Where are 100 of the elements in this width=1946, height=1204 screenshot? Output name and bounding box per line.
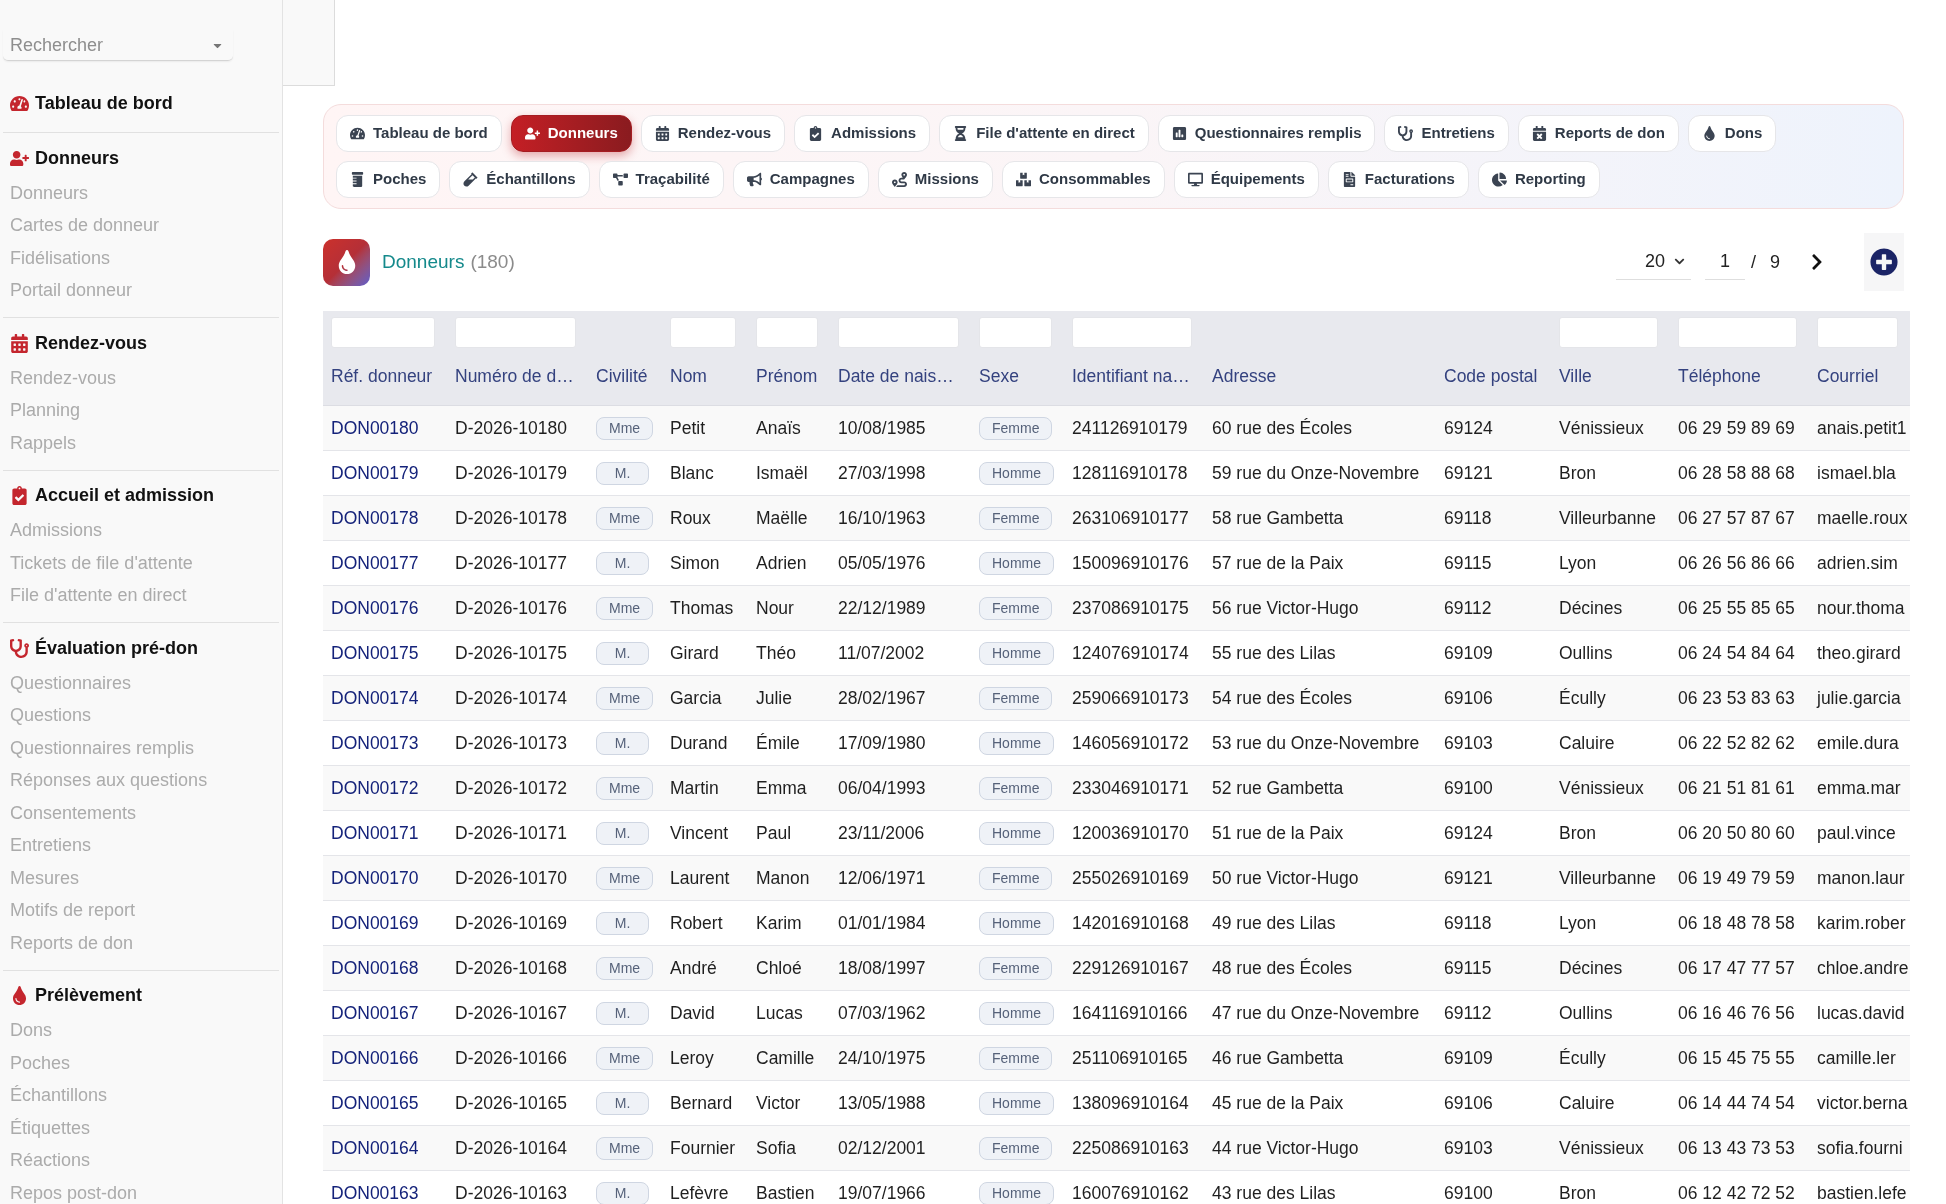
table-cell-text: 06 19 49 79 59 [1678, 866, 1795, 890]
tab[interactable]: Consommables [1001, 161, 1165, 198]
table-cell-text: 06 18 48 78 58 [1678, 911, 1795, 935]
table-cell-text: 55 rue des Lilas [1212, 641, 1336, 665]
tab[interactable]: Reporting [1477, 161, 1600, 198]
filter-field[interactable] [455, 317, 576, 348]
donor-ref-link[interactable]: DON00163 [331, 1179, 419, 1204]
table-cell-text: 69106 [1444, 686, 1493, 710]
donor-ref-link[interactable]: DON00172 [331, 774, 419, 802]
donor-ref-link[interactable]: DON00164 [331, 1134, 419, 1162]
page-count: 9 [1770, 250, 1780, 274]
donor-ref-link[interactable]: DON00171 [331, 819, 419, 847]
table-cell-text: 19/07/1966 [838, 1181, 926, 1204]
page-field[interactable]: 1 [1704, 244, 1745, 280]
column-header[interactable]: Ville [1559, 366, 1592, 387]
column-header[interactable]: Numéro de d… [455, 366, 574, 387]
tab[interactable]: Entretiens [1384, 115, 1509, 152]
gender-badge: Homme [979, 1001, 1054, 1025]
add-button[interactable] [1864, 233, 1904, 291]
table-cell-text: Victor [756, 1091, 801, 1115]
column-header[interactable]: Date de nais… [838, 366, 954, 387]
tab[interactable]: Reports de don [1517, 115, 1679, 152]
filter-field[interactable] [1559, 317, 1658, 348]
donor-ref-link[interactable]: DON00175 [331, 639, 419, 667]
filter-field[interactable] [1817, 317, 1898, 348]
filter-field[interactable] [331, 317, 435, 348]
civility-badge: M. [596, 1001, 649, 1025]
column-header[interactable]: Prénom [756, 366, 818, 387]
table-cell-text: 17/09/1980 [838, 731, 926, 755]
column-header[interactable]: Courriel [1817, 366, 1879, 387]
donor-ref-link[interactable]: DON00168 [331, 954, 419, 982]
donor-ref-link[interactable]: DON00173 [331, 729, 419, 757]
table-cell-text: Julie [756, 686, 792, 710]
tab[interactable]: Tableau de bord [336, 115, 502, 152]
tab[interactable]: Admissions [794, 115, 931, 152]
page-size-select[interactable]: 20 [1615, 244, 1691, 280]
donor-ref-link[interactable]: DON00166 [331, 1044, 419, 1072]
table-cell-text: 225086910163 [1072, 1136, 1189, 1160]
table-cell-text: 06/04/1993 [838, 776, 926, 800]
table-cell-text: Petit [670, 416, 706, 440]
filter-field[interactable] [838, 317, 959, 348]
table-cell-text: 06 27 57 87 67 [1678, 506, 1795, 530]
table-cell-text: D-2026-10180 [455, 416, 567, 440]
column-header[interactable]: Nom [670, 366, 707, 387]
table-cell-text: 06 28 58 88 68 [1678, 461, 1795, 485]
table-cell-text: D-2026-10179 [455, 461, 567, 485]
column-header[interactable]: Réf. donneur [331, 366, 433, 387]
document-icon [1341, 172, 1357, 187]
table-cell-text: karim.rober [1817, 911, 1906, 935]
table-cell-text: 69103 [1444, 731, 1493, 755]
filter-field[interactable] [670, 317, 736, 348]
tab[interactable]: Traçabilité [598, 161, 724, 198]
tab[interactable]: Donneurs [510, 115, 632, 152]
tab[interactable]: Rendez-vous [640, 115, 786, 152]
table-cell-text: Leroy [670, 1046, 714, 1070]
table-cell-text: Camille [756, 1046, 815, 1070]
donor-ref-link[interactable]: DON00170 [331, 864, 419, 892]
tab[interactable]: Facturations [1327, 161, 1469, 198]
column-header[interactable]: Téléphone [1678, 366, 1761, 387]
table-cell-text: 229126910167 [1072, 956, 1189, 980]
gender-badge: Femme [979, 1136, 1053, 1160]
donor-ref-link[interactable]: DON00167 [331, 999, 419, 1027]
gender-badge: Homme [979, 911, 1054, 935]
tab[interactable]: Missions [877, 161, 993, 198]
column-header[interactable]: Adresse [1212, 366, 1277, 387]
column-header[interactable]: Sexe [979, 366, 1019, 387]
filter-field[interactable] [756, 317, 818, 348]
table-cell-text: Karim [756, 911, 802, 935]
column-header[interactable]: Civilité [596, 366, 648, 387]
donor-ref-link[interactable]: DON00180 [331, 414, 419, 442]
donor-ref-link[interactable]: DON00169 [331, 909, 419, 937]
table-cell-text: 69103 [1444, 1136, 1493, 1160]
donor-ref-link[interactable]: DON00165 [331, 1089, 419, 1117]
tab[interactable]: Équipements [1173, 161, 1319, 198]
tab[interactable]: Dons [1687, 115, 1777, 152]
filter-field[interactable] [1678, 317, 1797, 348]
diagram-icon [612, 172, 628, 187]
tab[interactable]: File d'attente en direct [939, 115, 1149, 152]
donor-ref-link[interactable]: DON00174 [331, 684, 419, 712]
donor-ref-link[interactable]: DON00177 [331, 549, 419, 577]
table-cell-text: Emma [756, 776, 807, 800]
column-header[interactable]: Identifiant na… [1072, 366, 1190, 387]
table-cell-text: 233046910171 [1072, 776, 1189, 800]
tab[interactable]: Questionnaires remplis [1157, 115, 1376, 152]
tab[interactable]: Poches [336, 161, 441, 198]
donor-ref-link[interactable]: DON00178 [331, 504, 419, 532]
table-cell-text: camille.ler [1817, 1046, 1896, 1070]
tab[interactable]: Échantillons [449, 161, 590, 198]
table-cell-text: 06 24 54 84 64 [1678, 641, 1795, 665]
donor-ref-link[interactable]: DON00176 [331, 594, 419, 622]
table-cell-text: Robert [670, 911, 723, 935]
donor-ref-link[interactable]: DON00179 [331, 459, 419, 487]
column-header[interactable]: Code postal [1444, 366, 1538, 387]
gauge-icon [350, 126, 365, 141]
tab[interactable]: Campagnes [732, 161, 869, 198]
table-cell-text: 263106910177 [1072, 506, 1189, 530]
search-field[interactable]: Rechercher [3, 30, 233, 61]
filter-field[interactable] [979, 317, 1052, 348]
gender-badge: Homme [979, 731, 1054, 755]
filter-field[interactable] [1072, 317, 1192, 348]
